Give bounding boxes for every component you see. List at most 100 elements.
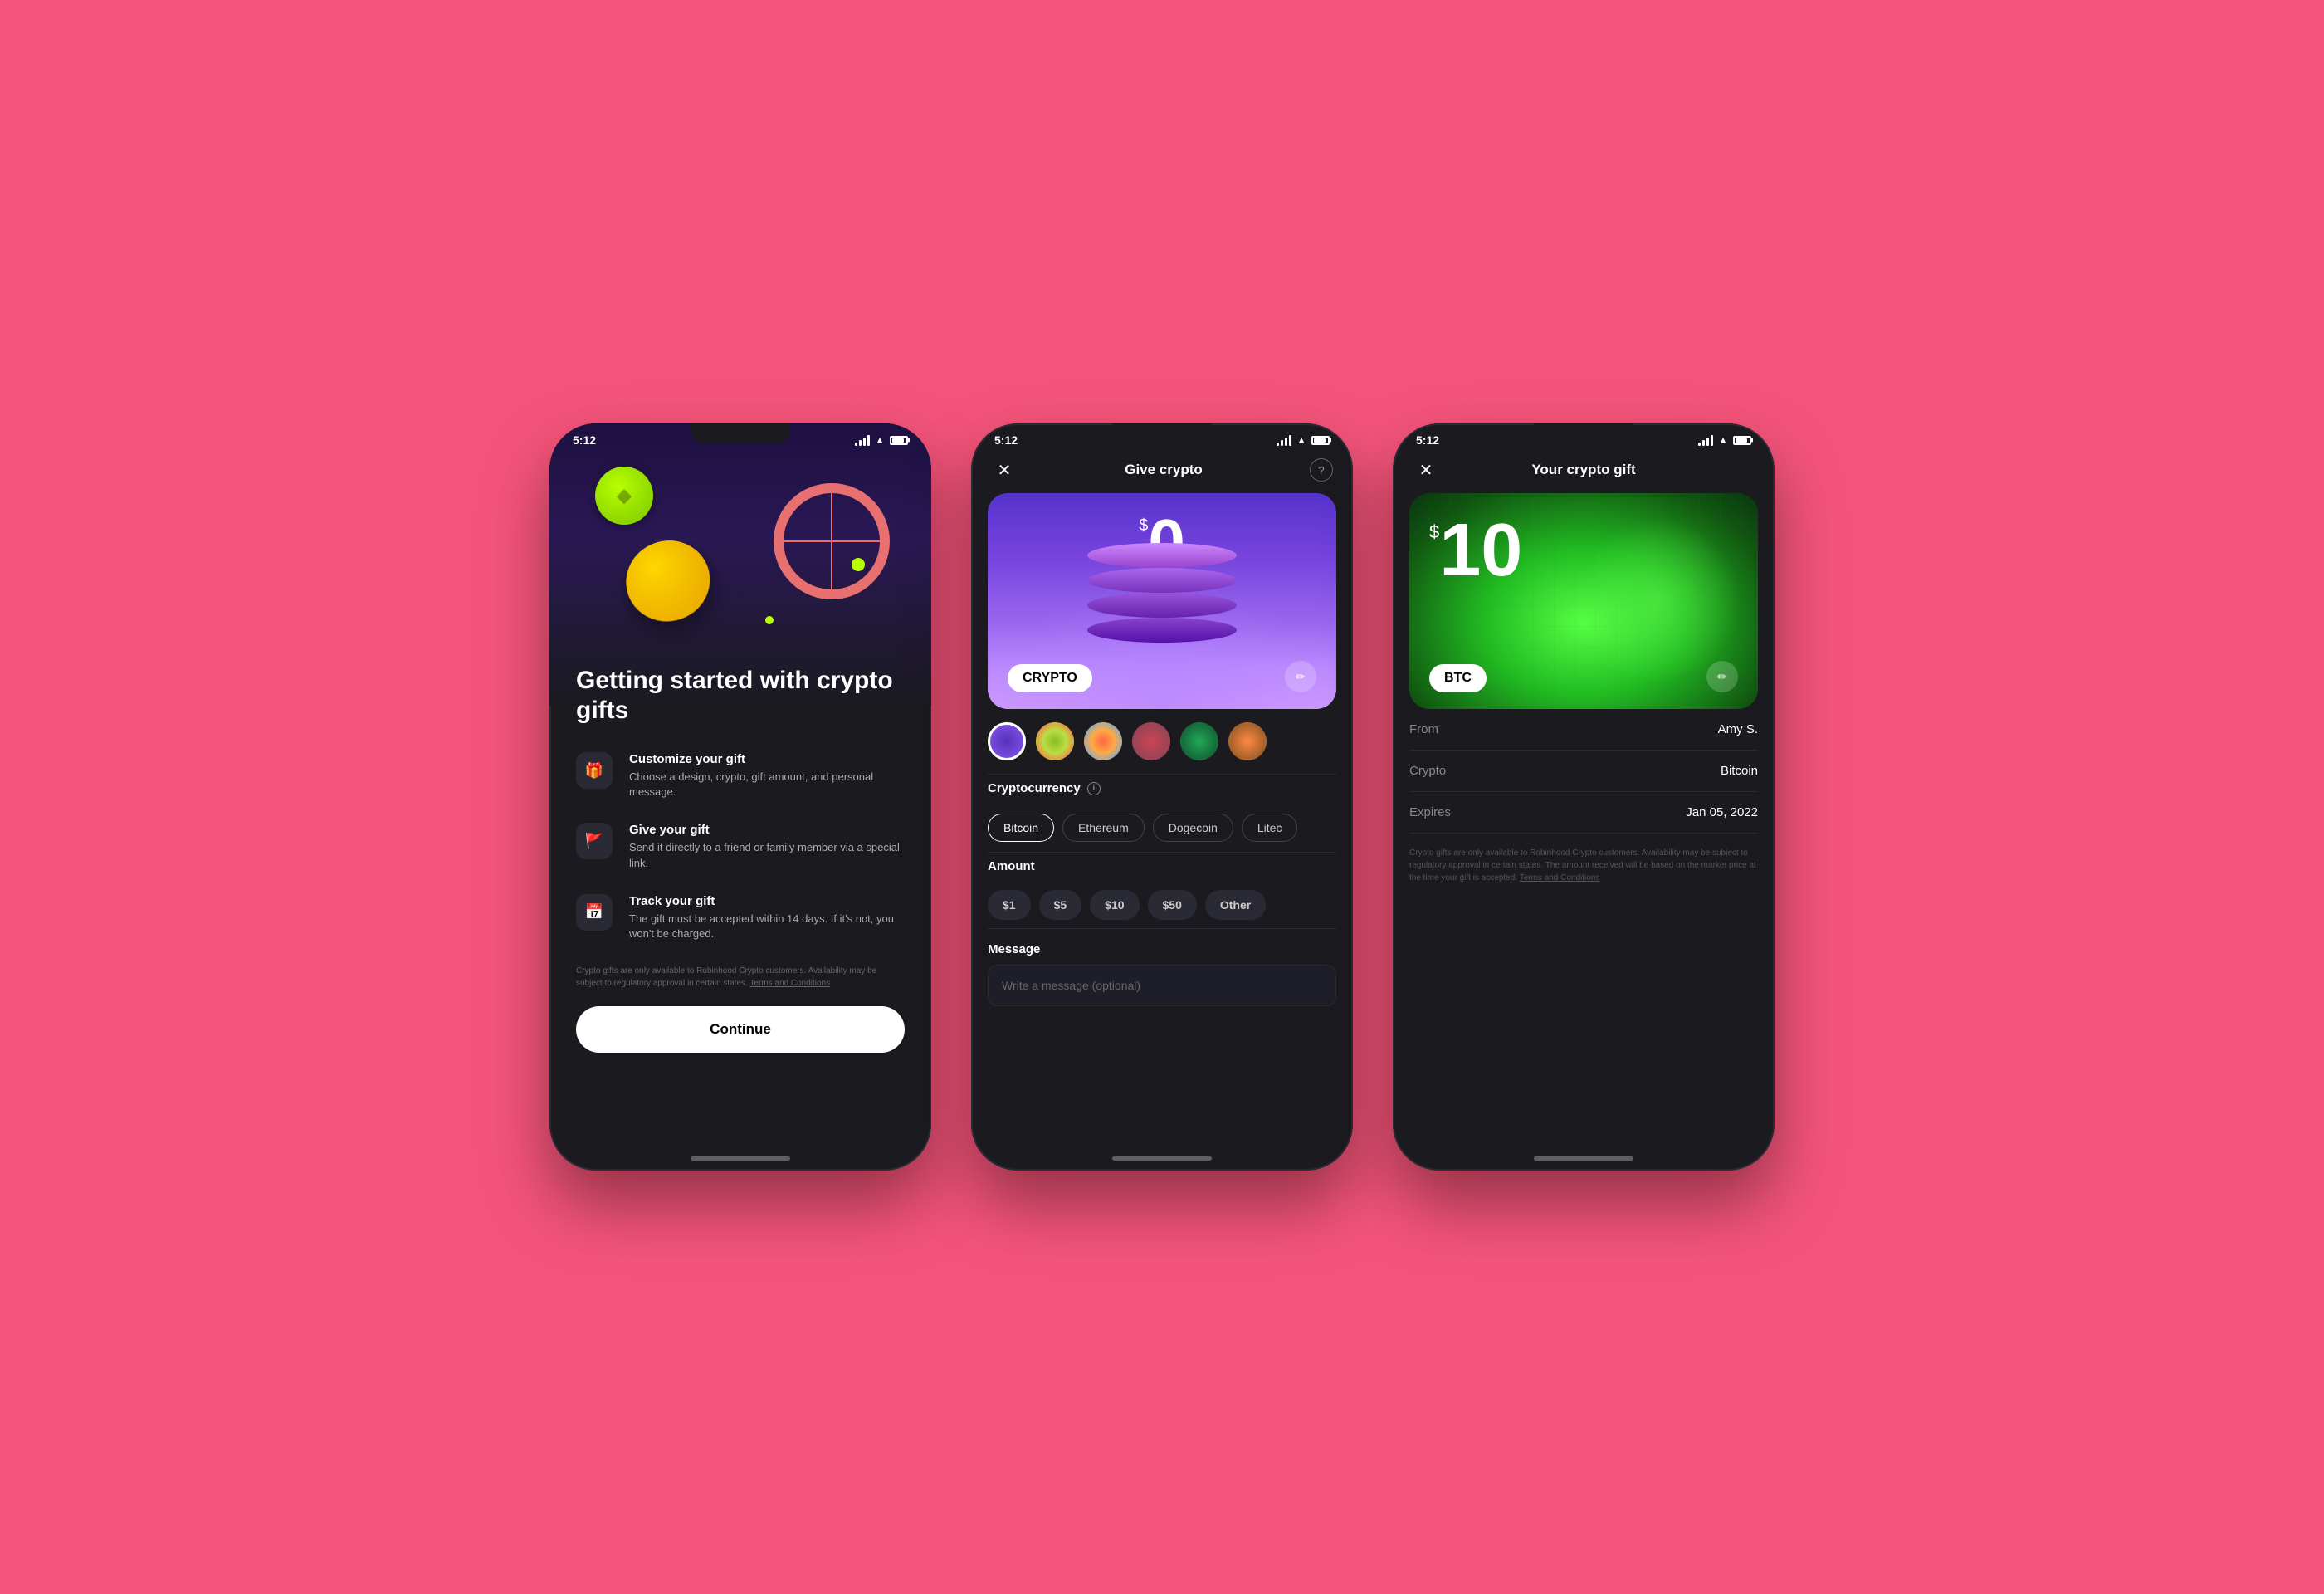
crypto-label: Crypto bbox=[1409, 764, 1446, 778]
from-label: From bbox=[1409, 722, 1438, 736]
crypto-section-label: Cryptocurrency i bbox=[971, 775, 1353, 804]
green-dot-1 bbox=[852, 558, 865, 571]
gift-disclaimer-link[interactable]: Terms and Conditions bbox=[1520, 873, 1600, 883]
home-indicator-3 bbox=[1534, 1156, 1633, 1161]
feature-3-desc: The gift must be accepted within 14 days… bbox=[629, 912, 905, 941]
yellow-coin bbox=[621, 531, 729, 636]
amount-section-label: Amount bbox=[971, 853, 1353, 882]
phone1-content: Getting started with crypto gifts 🎁 Cust… bbox=[549, 450, 931, 1150]
disc-3 bbox=[1087, 593, 1237, 618]
btc-label-text: BTC bbox=[1444, 671, 1472, 685]
amount-50[interactable]: $50 bbox=[1148, 890, 1197, 920]
chip-ethereum[interactable]: Ethereum bbox=[1062, 814, 1145, 842]
theme-selector bbox=[971, 709, 1353, 774]
feature-1-text: Customize your gift Choose a design, cry… bbox=[629, 752, 905, 799]
time-1: 5:12 bbox=[573, 433, 596, 447]
flag-icon: 🚩 bbox=[576, 823, 613, 859]
green-dot-2 bbox=[765, 616, 774, 624]
theme-option-3[interactable] bbox=[1084, 722, 1122, 760]
continue-button[interactable]: Continue bbox=[576, 1006, 905, 1053]
battery-icon-3 bbox=[1733, 436, 1751, 445]
theme-option-2[interactable] bbox=[1036, 722, 1074, 760]
crypto-label-pill: CRYPTO bbox=[1008, 664, 1092, 692]
disc-1 bbox=[1087, 543, 1237, 568]
phone3-content: ✕ Your crypto gift $10 BTC ✏ bbox=[1393, 450, 1775, 1150]
feature-1-title: Customize your gift bbox=[629, 752, 905, 766]
wifi-icon-1: ▲ bbox=[875, 434, 885, 446]
wifi-icon-2: ▲ bbox=[1296, 434, 1306, 446]
feature-1: 🎁 Customize your gift Choose a design, c… bbox=[576, 752, 905, 799]
detail-expires: Expires Jan 05, 2022 bbox=[1409, 792, 1758, 834]
feature-1-desc: Choose a design, crypto, gift amount, an… bbox=[629, 770, 905, 799]
nav-title-3: Your crypto gift bbox=[1531, 462, 1635, 478]
feature-3-text: Track your gift The gift must be accepte… bbox=[629, 894, 905, 941]
chip-dogecoin[interactable]: Dogecoin bbox=[1153, 814, 1233, 842]
gift-glow bbox=[1575, 518, 1741, 684]
crypto-card-bg: $0 CRYPTO ✏ bbox=[988, 493, 1336, 709]
gift-icon: 🎁 bbox=[576, 752, 613, 789]
crypto-label-text: CRYPTO bbox=[1023, 671, 1077, 686]
phone-give-crypto: 5:12 ▲ ✕ Give crypto ? $0 bbox=[971, 423, 1353, 1171]
feature-2-desc: Send it directly to a friend or family m… bbox=[629, 840, 905, 870]
disclaimer-1: Crypto gifts are only available to Robin… bbox=[576, 965, 905, 990]
feature-2-text: Give your gift Send it directly to a fri… bbox=[629, 823, 905, 870]
signal-icon-2 bbox=[1277, 435, 1291, 446]
disc-2 bbox=[1087, 568, 1237, 593]
gift-details: From Amy S. Crypto Bitcoin Expires Jan 0… bbox=[1393, 709, 1775, 1150]
status-icons-3: ▲ bbox=[1698, 434, 1751, 446]
detail-from: From Amy S. bbox=[1409, 709, 1758, 751]
crypto-chips-row: Bitcoin Ethereum Dogecoin Litec bbox=[971, 804, 1353, 852]
message-section: Message Write a message (optional) bbox=[971, 929, 1353, 1019]
feature-3: 📅 Track your gift The gift must be accep… bbox=[576, 894, 905, 941]
phone1-body: Getting started with crypto gifts 🎁 Cust… bbox=[549, 666, 931, 1150]
detail-crypto: Crypto Bitcoin bbox=[1409, 751, 1758, 792]
phones-container: 5:12 ▲ bbox=[549, 423, 1775, 1171]
time-3: 5:12 bbox=[1416, 433, 1439, 447]
theme-option-4[interactable] bbox=[1132, 722, 1170, 760]
amount-1[interactable]: $1 bbox=[988, 890, 1031, 920]
expires-value: Jan 05, 2022 bbox=[1686, 805, 1758, 819]
gift-edit-button[interactable]: ✏ bbox=[1706, 661, 1738, 692]
crypto-value: Bitcoin bbox=[1721, 764, 1758, 778]
chip-bitcoin[interactable]: Bitcoin bbox=[988, 814, 1054, 842]
chip-litecoin[interactable]: Litec bbox=[1242, 814, 1298, 842]
theme-option-6[interactable] bbox=[1228, 722, 1267, 760]
amount-chips-row: $1 $5 $10 $50 Other bbox=[971, 882, 1353, 928]
signal-icon-1 bbox=[855, 435, 870, 446]
stacked-discs bbox=[1079, 526, 1245, 659]
theme-option-1[interactable] bbox=[988, 722, 1026, 760]
disc-4 bbox=[1087, 618, 1237, 643]
phone-notch bbox=[691, 423, 790, 443]
theme-option-5[interactable] bbox=[1180, 722, 1218, 760]
gift-amount: $10 bbox=[1429, 513, 1522, 588]
message-label: Message bbox=[988, 936, 1336, 965]
disclaimer-link-1[interactable]: Terms and Conditions bbox=[749, 979, 830, 988]
close-button-2[interactable]: ✕ bbox=[991, 457, 1018, 483]
message-placeholder: Write a message (optional) bbox=[1002, 979, 1140, 992]
home-indicator-1 bbox=[691, 1156, 790, 1161]
amount-5[interactable]: $5 bbox=[1039, 890, 1082, 920]
phone2-content: ✕ Give crypto ? $0 CRYPTO bbox=[971, 450, 1353, 1150]
feature-2: 🚩 Give your gift Send it directly to a f… bbox=[576, 823, 905, 870]
close-button-3[interactable]: ✕ bbox=[1413, 457, 1439, 483]
edit-icon-button[interactable]: ✏ bbox=[1285, 661, 1316, 692]
expires-label: Expires bbox=[1409, 805, 1451, 819]
getting-started-title: Getting started with crypto gifts bbox=[576, 666, 905, 726]
pink-circle-coin bbox=[774, 483, 890, 599]
crypto-info-icon[interactable]: i bbox=[1087, 782, 1101, 795]
green-coin bbox=[595, 467, 653, 525]
amount-other[interactable]: Other bbox=[1205, 890, 1266, 920]
calendar-icon: 📅 bbox=[576, 894, 613, 931]
amount-10[interactable]: $10 bbox=[1090, 890, 1139, 920]
status-icons-2: ▲ bbox=[1277, 434, 1330, 446]
gift-dollar-sign: $ bbox=[1429, 521, 1439, 543]
feature-3-title: Track your gift bbox=[629, 894, 905, 908]
nav-title-2: Give crypto bbox=[1125, 462, 1203, 478]
from-value: Amy S. bbox=[1718, 722, 1758, 736]
crypto-illustration bbox=[549, 450, 931, 666]
help-button-2[interactable]: ? bbox=[1310, 458, 1333, 482]
message-input[interactable]: Write a message (optional) bbox=[988, 965, 1336, 1006]
phone-notch-2 bbox=[1112, 423, 1212, 443]
gift-card-bg: $10 BTC ✏ bbox=[1409, 493, 1758, 709]
home-indicator-2 bbox=[1112, 1156, 1212, 1161]
